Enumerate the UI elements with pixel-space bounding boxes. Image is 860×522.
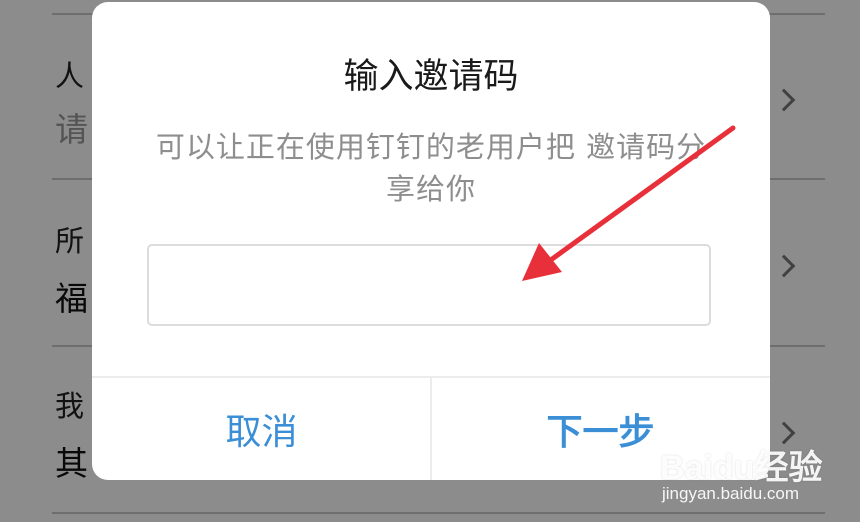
- baidu-watermark: Baidu经验 jingyan.baidu.com: [660, 440, 823, 510]
- invite-code-input[interactable]: [147, 244, 711, 326]
- cancel-button[interactable]: 取消: [92, 378, 431, 480]
- watermark-logo: Baidu经验: [660, 449, 823, 487]
- invite-code-dialog: 输入邀请码 可以让正在使用钉钉的老用户把 邀请码分享给你 取消 下一步: [92, 2, 770, 480]
- watermark-url: jingyan.baidu.com: [662, 484, 800, 503]
- dialog-message: 可以让正在使用钉钉的老用户把 邀请码分享给你: [155, 130, 707, 206]
- dialog-title: 输入邀请码: [343, 57, 519, 97]
